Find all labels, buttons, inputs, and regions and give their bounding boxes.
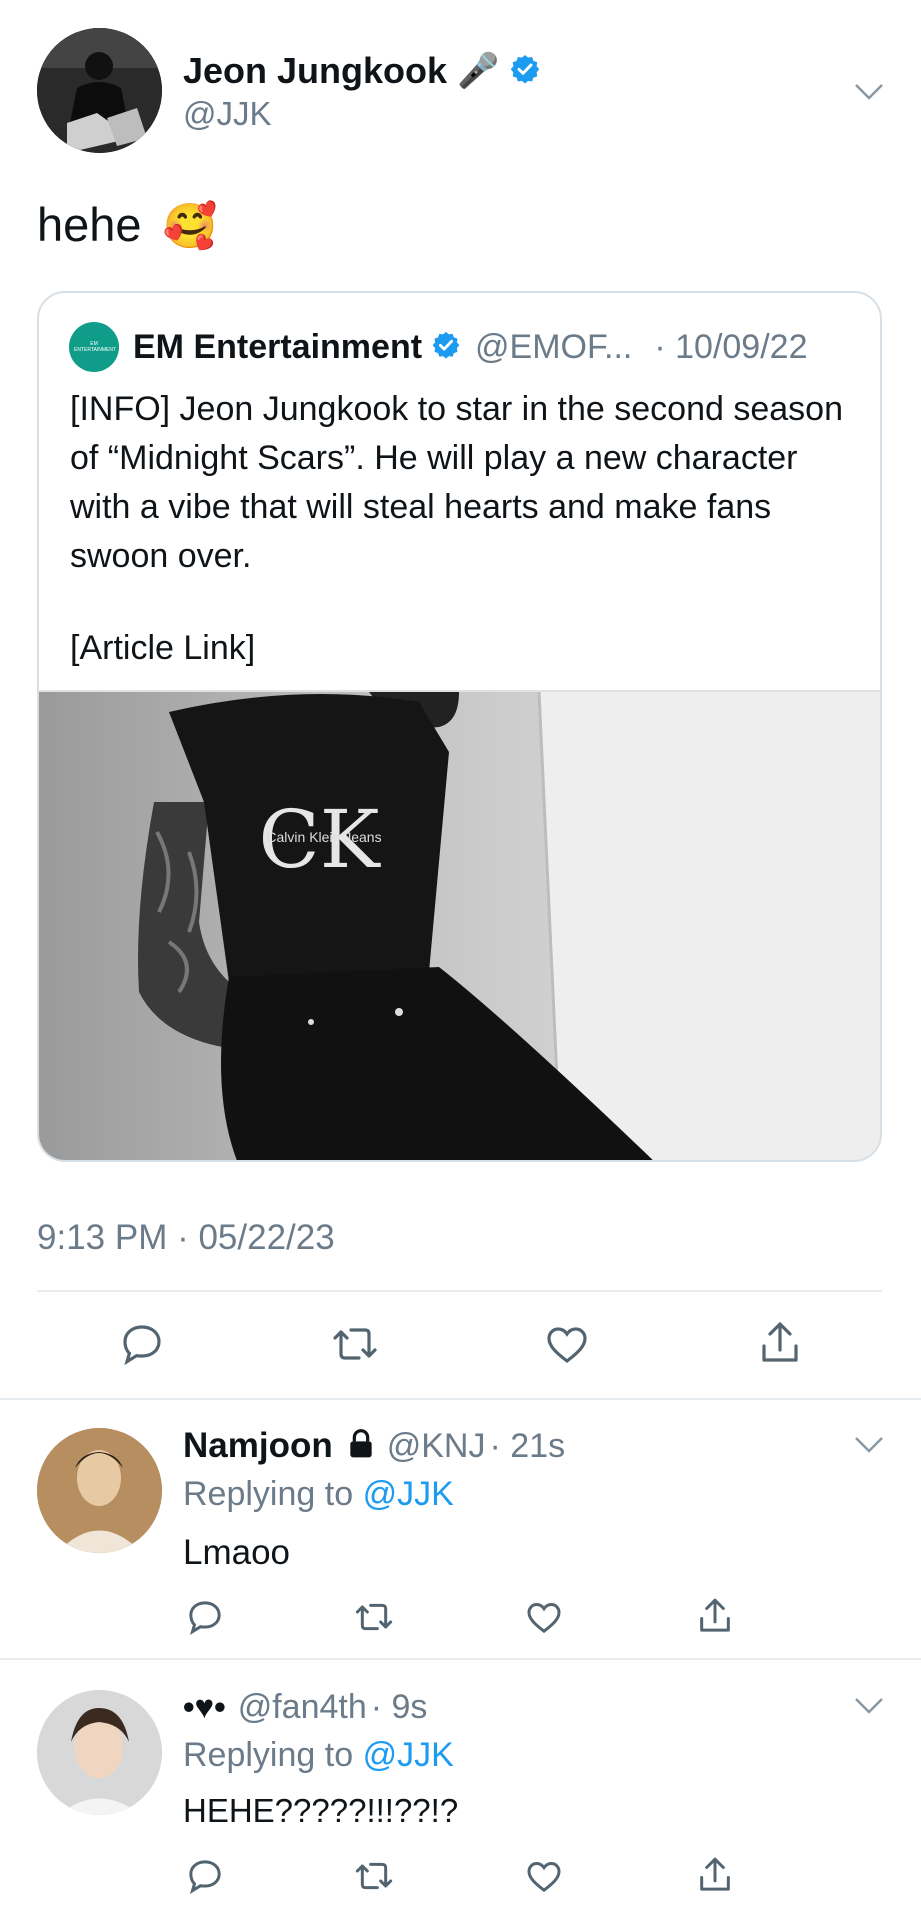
- replying-to-label: Replying to: [183, 1736, 354, 1774]
- microphone-emoji: 🎤: [457, 52, 500, 90]
- reply-icon[interactable]: [185, 1856, 225, 1896]
- chevron-down-icon[interactable]: [854, 1435, 884, 1455]
- reply-avatar-fan4th[interactable]: [37, 1690, 162, 1815]
- author-display-name[interactable]: Jeon Jungkook: [183, 50, 447, 92]
- em-avatar-logo-text: EM ENTERTAINMENT: [74, 341, 117, 353]
- replying-to-handle[interactable]: @JJK: [363, 1736, 454, 1774]
- reply-handle[interactable]: @fan4th: [238, 1688, 367, 1727]
- share-icon[interactable]: [756, 1318, 804, 1368]
- chevron-down-icon[interactable]: [854, 82, 884, 102]
- reply-time: · 9s: [370, 1687, 428, 1726]
- retweet-icon[interactable]: [329, 1320, 381, 1368]
- author-avatar-photo: [37, 28, 162, 153]
- quoted-display-name[interactable]: EM Entertainment: [133, 328, 422, 367]
- reply-display-name[interactable]: •♥•: [183, 1688, 226, 1726]
- chevron-down-icon[interactable]: [854, 1696, 884, 1716]
- retweet-icon[interactable]: [352, 1856, 396, 1896]
- share-icon[interactable]: [695, 1595, 735, 1637]
- author-avatar[interactable]: [37, 28, 162, 153]
- reply-avatar-namjoon[interactable]: [37, 1428, 162, 1553]
- retweet-icon[interactable]: [352, 1597, 396, 1637]
- like-heart-icon[interactable]: [524, 1597, 564, 1637]
- reply-icon[interactable]: [118, 1320, 166, 1368]
- like-heart-icon[interactable]: [524, 1856, 564, 1896]
- article-link[interactable]: [Article Link]: [70, 629, 255, 668]
- reply-display-name[interactable]: Namjoon: [183, 1426, 333, 1466]
- share-icon[interactable]: [695, 1854, 735, 1896]
- quoted-handle[interactable]: @EMOF...: [475, 328, 632, 367]
- replying-to-handle[interactable]: @JJK: [363, 1475, 454, 1513]
- reply-text: Lmaoo: [183, 1533, 291, 1572]
- divider: [0, 1658, 921, 1660]
- reply-handle[interactable]: @KNJ: [387, 1427, 486, 1466]
- divider: [0, 1398, 921, 1400]
- reply-text: HEHE?????!!!??!?: [183, 1792, 459, 1829]
- smiling-hearts-emoji: 🥰: [162, 202, 218, 251]
- author-handle[interactable]: @JJK: [183, 95, 272, 133]
- like-heart-icon[interactable]: [543, 1320, 591, 1368]
- avatar-photo: [37, 1690, 162, 1815]
- quoted-date: · 10/09/22: [654, 327, 808, 366]
- verified-badge-icon: [431, 330, 461, 365]
- tweet-timestamp: 9:13 PM · 05/22/23: [37, 1218, 335, 1257]
- shirt-brand-text: Calvin Klein Jeans: [266, 829, 381, 845]
- divider: [37, 1290, 882, 1292]
- avatar-photo: [37, 1428, 162, 1553]
- photo-graphic: CK Calvin Klein Jeans: [39, 691, 880, 1160]
- tweet-text: hehe: [37, 198, 142, 251]
- replying-to-label: Replying to: [183, 1475, 354, 1513]
- reply-time: · 21s: [489, 1426, 566, 1465]
- verified-badge-icon: [509, 53, 541, 90]
- em-entertainment-avatar[interactable]: EM ENTERTAINMENT: [69, 322, 119, 372]
- quoted-media-photo[interactable]: CK Calvin Klein Jeans: [39, 690, 880, 1160]
- quoted-tweet-card[interactable]: EM ENTERTAINMENT EM Entertainment @EMOF.…: [37, 291, 882, 1162]
- quoted-body-text: [INFO] Jeon Jungkook to star in the seco…: [70, 390, 843, 575]
- lock-icon: [345, 1428, 377, 1465]
- reply-icon[interactable]: [185, 1597, 225, 1637]
